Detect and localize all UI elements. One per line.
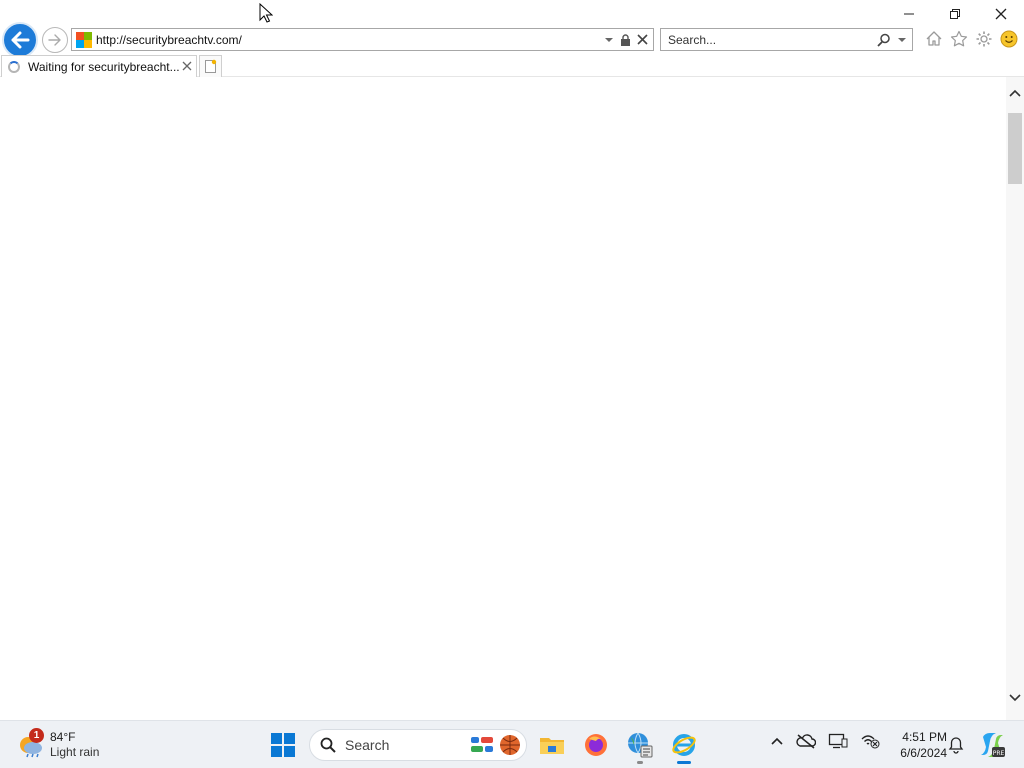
scroll-thumb[interactable] [1008,113,1022,184]
taskbar-internet-explorer[interactable] [669,730,699,764]
minimize-button[interactable] [886,0,932,28]
taskbar-network-settings[interactable] [625,730,655,764]
site-favicon-icon [76,31,92,48]
active-indicator [677,761,691,764]
copilot-icon[interactable]: PRE [979,732,1005,758]
internet-explorer-icon [672,734,696,756]
address-url[interactable]: http://securitybreachtv.com/ [96,33,604,47]
folder-icon [540,738,564,754]
new-tab-icon [205,59,217,73]
clock-date: 6/6/2024 [900,746,947,760]
back-arrow-icon [11,31,30,49]
tab-active[interactable]: Waiting for securitybreacht... [1,55,197,77]
scroll-down-button[interactable] [1006,694,1024,708]
close-icon [182,61,192,71]
tab-strip: Waiting for securitybreacht... [0,55,1024,77]
search-highlight-icon [470,734,522,756]
address-dropdown-icon[interactable] [604,36,614,44]
feedback-button[interactable] [999,29,1018,48]
globe-settings-icon [628,732,653,758]
system-clock[interactable]: 4:51 PM 6/6/2024 [885,729,947,761]
vertical-scrollbar[interactable] [1006,77,1024,720]
settings-button[interactable] [974,29,993,48]
search-dropdown-icon[interactable] [897,36,907,44]
stop-icon[interactable] [637,34,648,45]
minimize-icon [904,13,914,15]
chevron-up-icon [1009,89,1021,97]
close-window-button[interactable] [978,0,1024,28]
mouse-cursor-icon [259,3,273,23]
weather-widget[interactable]: 1 84°F Light rain [18,728,128,762]
weather-temperature: 84°F [50,730,76,744]
new-tab-button[interactable] [199,55,222,77]
browser-window: http://securitybreachtv.com/ Search... W… [0,0,1024,720]
back-button[interactable] [2,22,38,58]
taskbar-file-explorer[interactable] [537,730,567,760]
restore-icon [950,9,960,19]
window-controls [886,0,1024,28]
svg-text:PRE: PRE [993,750,1005,757]
network-disconnected-icon[interactable] [860,733,880,749]
forward-arrow-icon [48,34,61,46]
firefox-icon [585,734,607,756]
search-icon[interactable] [877,33,891,47]
gear-icon [976,31,991,46]
home-button[interactable] [924,29,943,48]
lock-icon[interactable] [620,33,631,46]
system-tray [770,733,880,749]
start-button[interactable] [271,733,295,757]
show-hidden-icons-chevron-up-icon[interactable] [770,736,784,746]
search-input[interactable]: Search... [668,33,877,47]
home-icon [926,31,941,46]
loading-spinner-icon [8,60,20,73]
close-icon [995,8,1007,20]
star-icon [950,30,967,47]
taskbar: 1 84°F Light rain Search 4:51 PM 6/6/202… [0,720,1024,768]
tab-title: Waiting for securitybreacht... [28,59,180,74]
taskbar-firefox[interactable] [581,730,611,760]
restore-button[interactable] [932,0,978,28]
search-icon [320,737,336,753]
clock-time: 4:51 PM [902,730,947,744]
scroll-up-button[interactable] [1006,89,1024,103]
weather-rain-icon: 1 [18,728,44,758]
tab-close-button[interactable] [182,59,192,74]
weather-badge: 1 [29,728,44,743]
onedrive-offline-icon[interactable] [796,733,816,749]
forward-button[interactable] [42,27,68,53]
smiley-icon [1000,30,1017,47]
taskbar-search-label: Search [345,737,390,753]
favorites-button[interactable] [949,29,968,48]
address-bar[interactable]: http://securitybreachtv.com/ [71,28,654,51]
notification-bell-icon[interactable] [948,736,964,754]
taskbar-search[interactable]: Search [309,729,527,761]
chevron-down-icon [1009,694,1021,702]
browser-toolbar: http://securitybreachtv.com/ Search... [0,0,1024,58]
search-bar[interactable]: Search... [660,28,913,51]
weather-description: Light rain [50,745,100,759]
running-indicator [637,761,643,764]
page-content[interactable] [0,77,1006,720]
display-icon[interactable] [828,733,848,749]
